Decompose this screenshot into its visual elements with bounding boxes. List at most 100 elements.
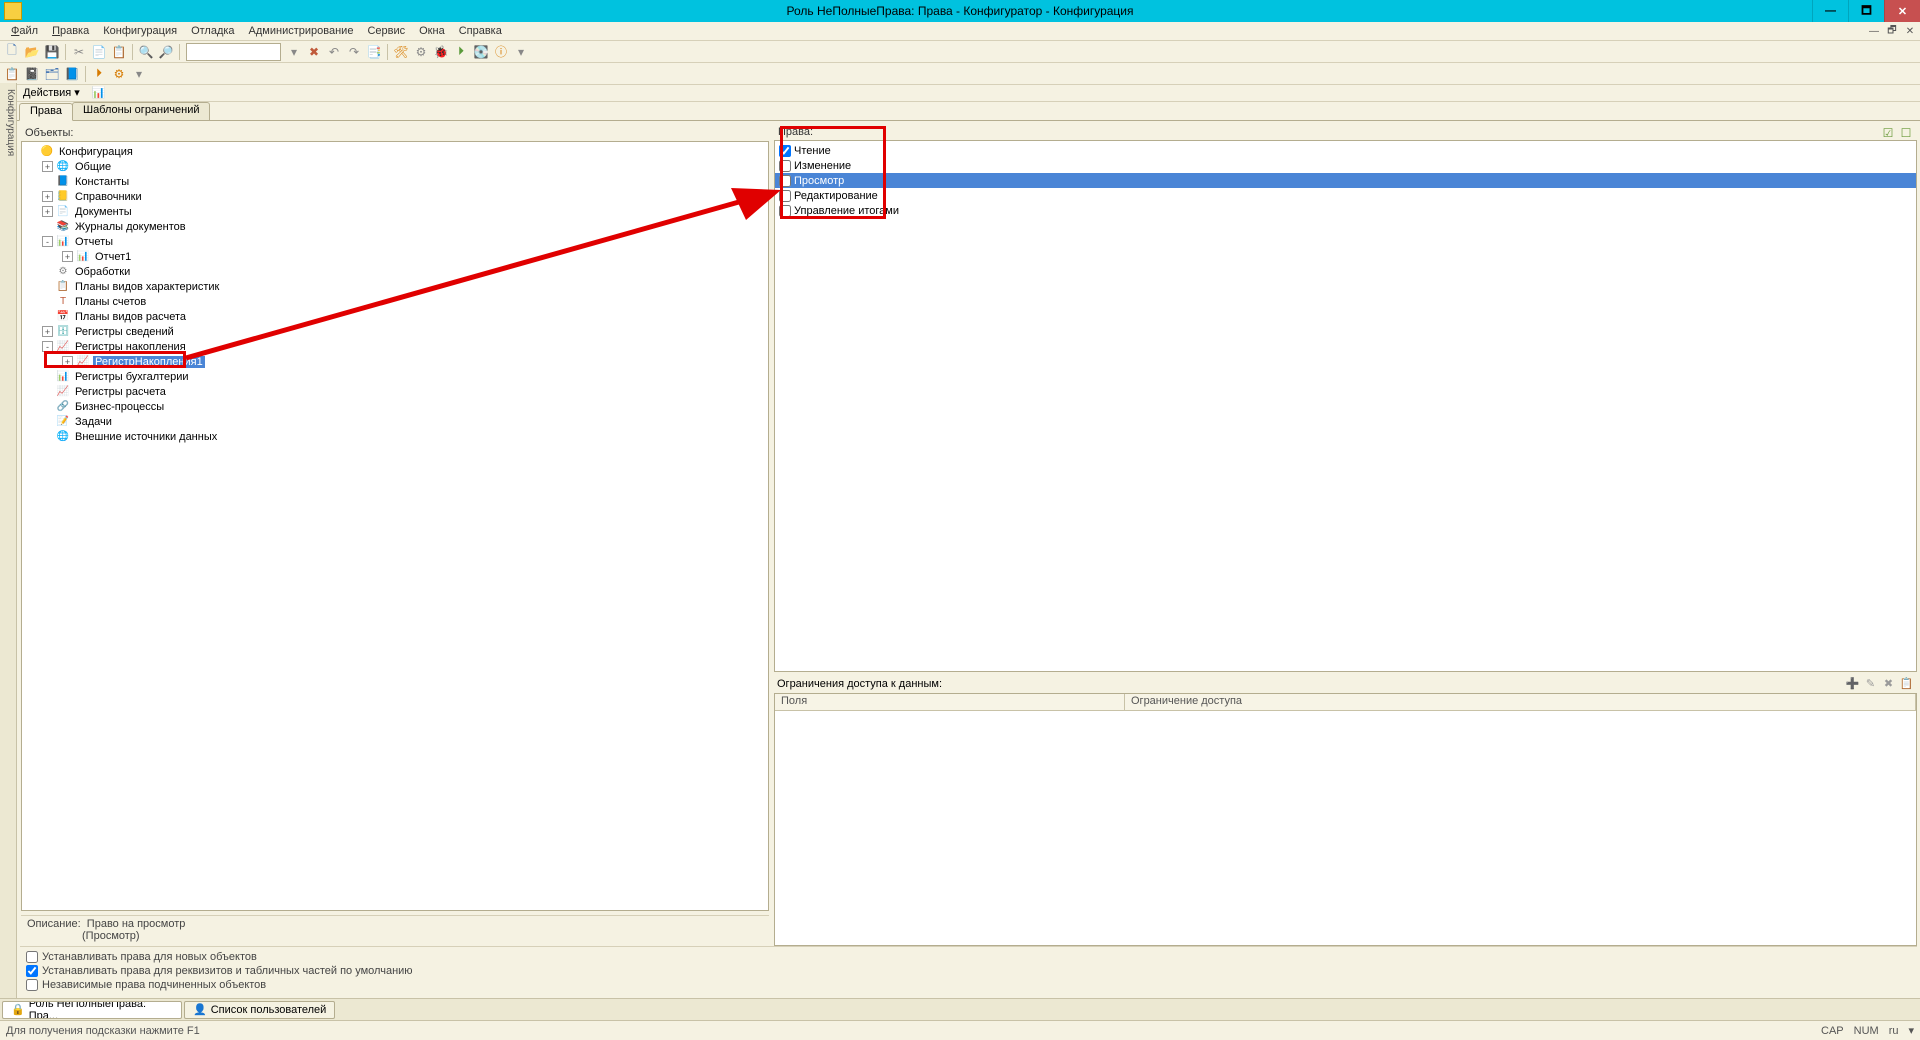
actions-menu[interactable]: Действия ▾ [23, 86, 80, 99]
tree-expander-icon[interactable]: - [42, 236, 53, 247]
run-icon[interactable]: ⏵ [452, 43, 470, 61]
wintab-role[interactable]: 🔒Роль НеПолныеПрава: Пра... [2, 1001, 182, 1019]
tree-node[interactable]: +🌐Общие [22, 159, 768, 174]
sidebar-tab-config[interactable]: Конфигурация [0, 83, 17, 998]
tree-node[interactable]: ТПланы счетов [22, 294, 768, 309]
tree-node[interactable]: -📈Регистры накопления [22, 339, 768, 354]
uncheck-all-icon[interactable]: ☐ [1899, 126, 1913, 140]
restr-add-icon[interactable]: ➕ [1845, 676, 1860, 691]
tree-node[interactable]: 📘Константы [22, 174, 768, 189]
paste-icon[interactable]: 📋 [110, 43, 128, 61]
tree-expander-icon[interactable]: + [42, 326, 53, 337]
tree-node[interactable]: 📝Задачи [22, 414, 768, 429]
opt-independent[interactable]: Независимые права подчиненных объектов [26, 979, 1911, 991]
help-icon[interactable]: ⓘ [492, 43, 510, 61]
open-file-icon[interactable]: 📂 [23, 43, 41, 61]
maximize-button[interactable]: 🗖 [1848, 0, 1884, 22]
rights-list[interactable]: ЧтениеИзменениеПросмотрРедактированиеУпр… [774, 140, 1917, 672]
cards-icon[interactable]: 🗂 [43, 65, 61, 83]
tree-expander-icon[interactable]: + [42, 206, 53, 217]
new-file-icon[interactable]: 🗋 [3, 43, 21, 61]
tree-node[interactable]: -📊Отчеты [22, 234, 768, 249]
close-button[interactable]: ✕ [1884, 0, 1920, 22]
tree-node[interactable]: 📅Планы видов расчета [22, 309, 768, 324]
dropdown2-icon[interactable]: ▾ [130, 65, 148, 83]
right-row[interactable]: Изменение [775, 158, 1916, 173]
tree-node[interactable]: 📚Журналы документов [22, 219, 768, 234]
restr-delete-icon[interactable]: ✖ [1881, 676, 1896, 691]
right-row[interactable]: Управление итогами [775, 203, 1916, 218]
cut-icon[interactable]: ✂ [70, 43, 88, 61]
debug-icon[interactable]: 🐞 [432, 43, 450, 61]
config-icon[interactable]: 🛠 [392, 43, 410, 61]
restr-edit-icon[interactable]: ✎ [1863, 676, 1878, 691]
menu-debug[interactable]: Отладка [184, 25, 241, 37]
opt-new-objects[interactable]: Устанавливать права для новых объектов [26, 951, 1911, 963]
gear-icon[interactable]: ⚙ [110, 65, 128, 83]
right-row[interactable]: Просмотр [775, 173, 1916, 188]
col-fields[interactable]: Поля [775, 694, 1125, 710]
tree-node[interactable]: +📄Документы [22, 204, 768, 219]
menu-admin[interactable]: Администрирование [242, 25, 361, 37]
mdi-minimize-icon[interactable]: — [1868, 25, 1880, 37]
menu-help[interactable]: Справка [452, 25, 509, 37]
status-dropdown-icon[interactable]: ▾ [1908, 1024, 1914, 1037]
mdi-close-icon[interactable]: ✕ [1904, 25, 1916, 37]
tree-node[interactable]: +📒Справочники [22, 189, 768, 204]
tree-node[interactable]: +📈РегистрНакопления1 [22, 354, 768, 369]
menu-windows[interactable]: Окна [412, 25, 452, 37]
tree-expander-icon[interactable]: + [62, 251, 73, 262]
tree-node[interactable]: +🗄Регистры сведений [22, 324, 768, 339]
tree-expander-icon[interactable]: + [42, 191, 53, 202]
right-checkbox[interactable] [779, 190, 791, 202]
clear-icon[interactable]: ✖ [305, 43, 323, 61]
tree-expander-icon[interactable]: + [42, 161, 53, 172]
minimize-button[interactable]: — [1812, 0, 1848, 22]
clipboard-icon[interactable]: 📋 [3, 65, 21, 83]
right-checkbox[interactable] [779, 175, 791, 187]
notebook-icon[interactable]: 📘 [63, 65, 81, 83]
db-icon[interactable]: 💽 [472, 43, 490, 61]
redo-icon[interactable]: ↷ [345, 43, 363, 61]
wintab-users[interactable]: 👤Список пользователей [184, 1001, 335, 1019]
tree-node[interactable]: ⚙Обработки [22, 264, 768, 279]
right-row[interactable]: Редактирование [775, 188, 1916, 203]
tree-node[interactable]: +📊Отчет1 [22, 249, 768, 264]
menu-file[interactable]: Файл [4, 25, 45, 37]
restr-copy-icon[interactable]: 📋 [1899, 676, 1914, 691]
tree-expander-icon[interactable]: + [62, 356, 73, 367]
objects-tree[interactable]: 🟡Конфигурация+🌐Общие📘Константы+📒Справочн… [21, 141, 769, 911]
settings-icon[interactable]: ⚙ [412, 43, 430, 61]
tree-node[interactable]: 🔗Бизнес-процессы [22, 399, 768, 414]
right-checkbox[interactable] [779, 145, 791, 157]
check-all-icon[interactable]: ☑ [1881, 126, 1895, 140]
tree-node[interactable]: 🟡Конфигурация [22, 144, 768, 159]
menu-edit[interactable]: Правка [45, 25, 96, 37]
tree-node[interactable]: 📋Планы видов характеристик [22, 279, 768, 294]
book-icon[interactable]: 📓 [23, 65, 41, 83]
play-icon[interactable]: ⏵ [90, 65, 108, 83]
combo-dropdown-icon[interactable]: ▾ [285, 43, 303, 61]
opt-defaults[interactable]: Устанавливать права для реквизитов и таб… [26, 965, 1911, 977]
actions-tool-icon[interactable]: 📊 [92, 85, 106, 99]
mdi-restore-icon[interactable]: 🗗 [1886, 25, 1898, 37]
restrictions-table[interactable]: Поля Ограничение доступа [774, 693, 1917, 946]
search-combo[interactable] [186, 43, 281, 61]
tab-templates[interactable]: Шаблоны ограничений [72, 102, 211, 120]
right-checkbox[interactable] [779, 205, 791, 217]
menu-config[interactable]: Конфигурация [96, 25, 184, 37]
undo-icon[interactable]: ↶ [325, 43, 343, 61]
compare-icon[interactable]: 📑 [365, 43, 383, 61]
tree-node[interactable]: 🌐Внешние источники данных [22, 429, 768, 444]
right-checkbox[interactable] [779, 160, 791, 172]
save-icon[interactable]: 💾 [43, 43, 61, 61]
tab-rights[interactable]: Права [19, 103, 73, 121]
tree-expander-icon[interactable]: - [42, 341, 53, 352]
zoom-out-icon[interactable]: 🔎 [157, 43, 175, 61]
zoom-in-icon[interactable]: 🔍 [137, 43, 155, 61]
copy-icon[interactable]: 📄 [90, 43, 108, 61]
tree-node[interactable]: 📈Регистры расчета [22, 384, 768, 399]
right-row[interactable]: Чтение [775, 143, 1916, 158]
tree-node[interactable]: 📊Регистры бухгалтерии [22, 369, 768, 384]
menu-service[interactable]: Сервис [360, 25, 412, 37]
